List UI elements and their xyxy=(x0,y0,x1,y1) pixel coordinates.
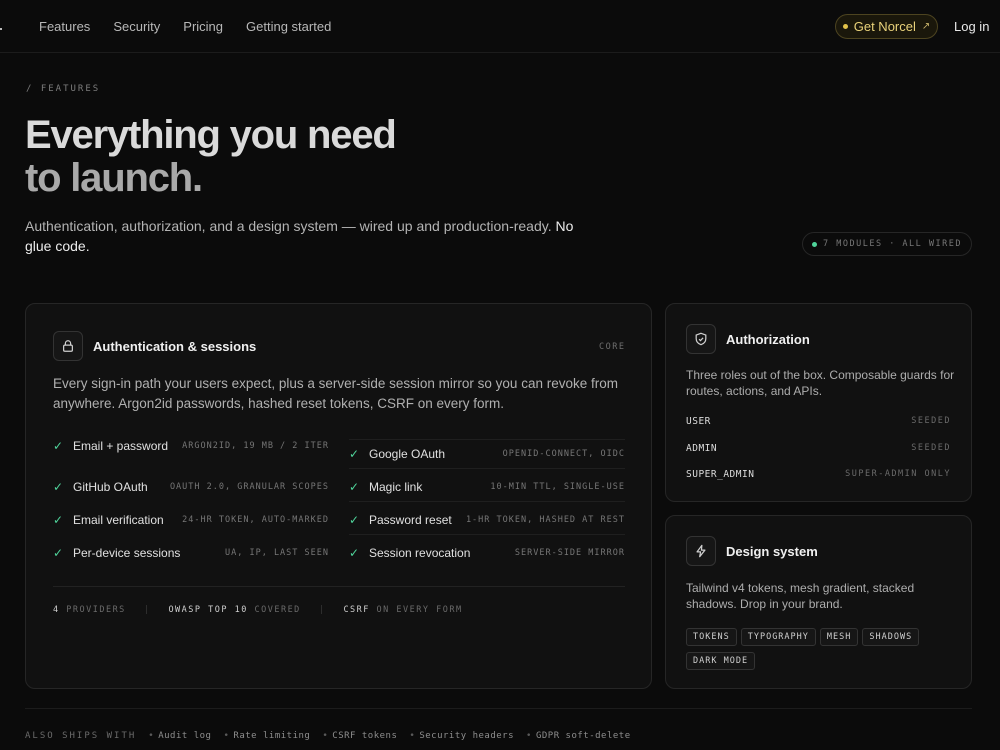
feature-label: GitHub OAuth xyxy=(73,480,148,494)
role-row-super-admin: SUPER_ADMIN SUPER-ADMIN ONLY xyxy=(686,469,951,480)
stat-csrf: CSRF ON EVERY FORM xyxy=(343,605,463,615)
feature-label: Email verification xyxy=(73,513,164,527)
feature-password-reset: ✓ Password reset 1-HR TOKEN, HASHED AT R… xyxy=(349,505,625,535)
hero-lead-text: Authentication, authorization, and a des… xyxy=(25,218,552,234)
feature-detail: ARGON2ID, 19 MB / 2 ITER xyxy=(182,441,329,451)
role-row-admin: ADMIN SEEDED xyxy=(686,443,951,454)
feature-google-oauth: ✓ Google OAuth OPENID-CONNECT, OIDC xyxy=(349,439,625,469)
lightning-icon xyxy=(686,536,716,566)
card-title: Authentication & sessions xyxy=(93,339,257,354)
auth-stats: 4 PROVIDERS | OWASP TOP 10 COVERED | CSR… xyxy=(53,605,463,615)
check-icon: ✓ xyxy=(349,546,360,560)
feature-per-device-sessions: ✓ Per-device sessions UA, IP, LAST SEEN xyxy=(53,538,329,568)
authorization-card: Authorization Three roles out of the box… xyxy=(665,303,972,502)
card-title: Authorization xyxy=(726,332,810,347)
feature-detail: 1-HR TOKEN, HASHED AT REST xyxy=(465,514,625,525)
stat-owasp: OWASP TOP 10 COVERED xyxy=(168,605,301,615)
design-tags: TOKENS TYPOGRAPHY MESH SHADOWS DARK MODE xyxy=(686,628,951,670)
page-title-line-2: to launch. xyxy=(25,156,203,200)
arrow-up-right-icon: ↗ xyxy=(921,21,931,32)
tag-typography: TYPOGRAPHY xyxy=(740,628,816,646)
feature-label: Email + password xyxy=(73,439,169,453)
feature-label: Per-device sessions xyxy=(73,546,181,560)
feature-detail: UA, IP, LAST SEEN xyxy=(225,548,329,558)
page-title: Everything you need to launch. xyxy=(25,113,397,200)
feature-label: Magic link xyxy=(369,479,423,494)
get-norcel-label: Get Norcel xyxy=(853,19,916,34)
footer-label: ALSO SHIPS WITH xyxy=(25,731,137,741)
card-description: Tailwind v4 tokens, mesh gradient, stack… xyxy=(686,581,915,611)
page-title-line-1: Everything you need xyxy=(25,113,397,157)
nav-link-getting-started[interactable]: Getting started xyxy=(246,19,331,34)
footer-item: CSRF tokens xyxy=(322,731,397,741)
feature-email-verification: ✓ Email verification 24-HR TOKEN, AUTO-M… xyxy=(53,505,329,535)
footer-divider xyxy=(25,708,972,709)
footer-item: Security headers xyxy=(409,731,514,741)
logo-mark[interactable] xyxy=(0,28,2,30)
feature-email-password: ✓ Email + password ARGON2ID, 19 MB / 2 I… xyxy=(53,431,329,461)
lock-icon xyxy=(53,331,83,361)
check-icon: ✓ xyxy=(53,546,64,560)
core-tag: CORE xyxy=(599,342,626,352)
feature-label: Password reset xyxy=(369,512,452,527)
card-description: Three roles out of the box. Composable g… xyxy=(686,368,955,398)
divider xyxy=(53,586,625,587)
get-norcel-button[interactable]: Get Norcel ↗ xyxy=(835,14,938,39)
feature-label: Session revocation xyxy=(369,546,471,560)
feature-session-revocation: ✓ Session revocation SERVER-SIDE MIRROR xyxy=(349,538,625,568)
hero-lead: Authentication, authorization, and a des… xyxy=(25,216,585,256)
shield-icon xyxy=(686,324,716,354)
feature-detail: SERVER-SIDE MIRROR xyxy=(514,548,625,558)
tag-tokens: TOKENS xyxy=(686,628,737,646)
section-eyebrow: / FEATURES xyxy=(26,84,101,94)
check-icon: ✓ xyxy=(53,439,64,453)
status-dot-icon xyxy=(842,24,848,29)
top-nav: Features Security Pricing Getting starte… xyxy=(0,0,1000,53)
footer-item: GDPR soft-delete xyxy=(526,731,631,741)
feature-detail: OAUTH 2.0, GRANULAR SCOPES xyxy=(169,482,329,492)
footer-item: Rate limiting xyxy=(223,731,310,741)
nav-link-pricing[interactable]: Pricing xyxy=(183,19,223,34)
card-title: Design system xyxy=(726,544,818,559)
footer-item: Audit log xyxy=(148,731,211,741)
nav-link-security[interactable]: Security xyxy=(113,19,160,34)
status-dot-icon xyxy=(812,241,818,247)
nav-links: Features Security Pricing Getting starte… xyxy=(39,19,331,34)
feature-magic-link: ✓ Magic link 10-MIN TTL, SINGLE-USE xyxy=(349,472,625,502)
role-row-user: USER SEEDED xyxy=(686,416,951,427)
stat-providers: 4 PROVIDERS xyxy=(53,605,126,615)
feature-detail: 24-HR TOKEN, AUTO-MARKED xyxy=(182,515,329,525)
feature-detail: OPENID-CONNECT, OIDC xyxy=(502,449,625,459)
check-icon: ✓ xyxy=(53,480,64,494)
tag-mesh: MESH xyxy=(819,628,859,646)
also-ships-with: ALSO SHIPS WITH Audit log Rate limiting … xyxy=(25,731,643,741)
design-system-card: Design system Tailwind v4 tokens, mesh g… xyxy=(665,515,972,689)
tag-dark-mode: DARK MODE xyxy=(686,652,756,670)
login-link[interactable]: Log in xyxy=(954,19,989,34)
feature-detail: 10-MIN TTL, SINGLE-USE xyxy=(490,481,625,492)
check-icon: ✓ xyxy=(53,513,64,527)
nav-link-features[interactable]: Features xyxy=(39,19,90,34)
modules-badge: 7 MODULES · ALL WIRED xyxy=(802,232,972,256)
modules-badge-label: 7 MODULES · ALL WIRED xyxy=(823,239,962,249)
check-icon: ✓ xyxy=(349,447,360,461)
check-icon: ✓ xyxy=(349,512,360,527)
feature-github-oauth: ✓ GitHub OAuth OAUTH 2.0, GRANULAR SCOPE… xyxy=(53,472,329,502)
tag-shadows: SHADOWS xyxy=(862,628,920,646)
auth-sessions-card: Authentication & sessions CORE Every sig… xyxy=(25,303,652,689)
card-description: Every sign-in path your users expect, pl… xyxy=(53,376,618,411)
feature-label: Google OAuth xyxy=(369,447,446,461)
check-icon: ✓ xyxy=(349,479,360,494)
